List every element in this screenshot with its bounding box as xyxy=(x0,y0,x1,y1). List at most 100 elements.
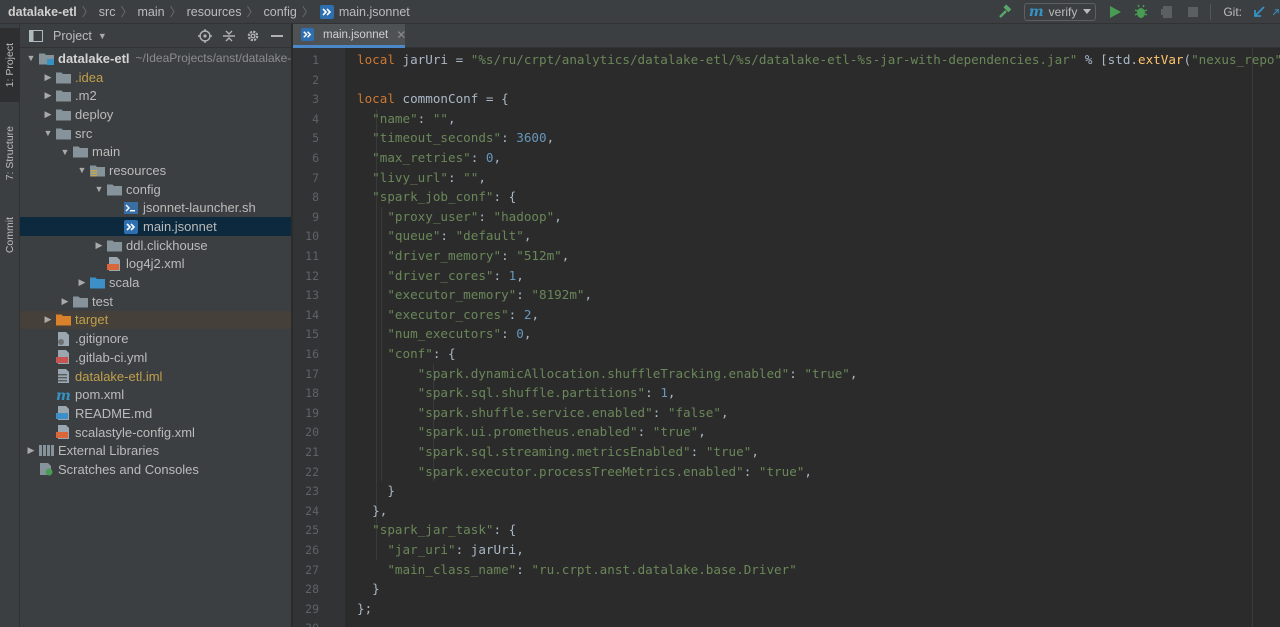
code-line[interactable]: "jar_uri": jarUri, xyxy=(357,540,524,560)
code-line[interactable]: } xyxy=(357,481,395,501)
expanded-arrow-icon[interactable]: ▼ xyxy=(24,53,38,63)
breadcrumb-item-resources[interactable]: resources xyxy=(187,5,242,19)
breadcrumb-item-main[interactable]: main xyxy=(137,5,164,19)
tree-item[interactable]: ▶ .m2 xyxy=(20,86,291,105)
code-line[interactable]: }, xyxy=(357,501,387,521)
code-editor[interactable]: local jarUri = "%s/ru/crpt/analytics/dat… xyxy=(345,48,1280,627)
tree-item[interactable]: Scratches and Consoles xyxy=(20,460,291,479)
code-line[interactable]: "spark.shuffle.service.enabled": "false"… xyxy=(357,403,729,423)
tree-item-label: main xyxy=(92,144,121,160)
code-token: , xyxy=(493,150,502,165)
code-line[interactable]: }; xyxy=(357,599,372,619)
build-hammer-icon[interactable] xyxy=(996,3,1014,21)
code-line[interactable]: } xyxy=(357,579,380,599)
collapsed-arrow-icon[interactable]: ▶ xyxy=(92,240,106,251)
code-token: "8192m" xyxy=(531,287,585,303)
code-line[interactable]: local jarUri = "%s/ru/crpt/analytics/dat… xyxy=(357,50,1280,70)
tree-item[interactable]: ▼ config xyxy=(20,180,291,199)
tool-tab-project[interactable]: 1: Project xyxy=(0,28,20,102)
collapsed-arrow-icon[interactable]: ▶ xyxy=(75,277,89,288)
tree-item[interactable]: ▼ main xyxy=(20,142,291,161)
code-token: "nexus_repo" xyxy=(1191,52,1280,67)
folder-icon xyxy=(106,237,122,253)
collapse-all-icon[interactable] xyxy=(221,27,237,45)
close-icon[interactable]: ✕ xyxy=(396,28,406,42)
expanded-arrow-icon[interactable]: ▼ xyxy=(58,147,72,157)
code-line[interactable]: "driver_memory": "512m", xyxy=(357,246,569,266)
tree-item[interactable]: jsonnet-launcher.sh xyxy=(20,199,291,218)
code-line[interactable]: "executor_cores": 2, xyxy=(357,305,539,325)
tree-item[interactable]: ▼ src xyxy=(20,124,291,143)
git-update-icon[interactable] xyxy=(1250,3,1268,21)
tree-item[interactable]: m pom.xml xyxy=(20,385,291,404)
code-line[interactable]: "driver_cores": 1, xyxy=(357,266,524,286)
collapsed-arrow-icon[interactable]: ▶ xyxy=(41,72,55,83)
tree-item[interactable]: log4j2.xml xyxy=(20,255,291,274)
tree-item[interactable]: ▶ ddl.clickhouse xyxy=(20,236,291,255)
tree-item[interactable]: README.md xyxy=(20,404,291,423)
run-with-coverage-icon[interactable] xyxy=(1158,3,1176,21)
code-line[interactable]: "max_retries": 0, xyxy=(357,148,501,168)
tree-item[interactable]: ▶ target xyxy=(20,310,291,330)
tree-item[interactable]: ▶ deploy xyxy=(20,105,291,124)
code-token: ( xyxy=(1183,52,1192,67)
run-configuration-dropdown[interactable]: m verify xyxy=(1023,3,1097,21)
hide-panel-icon[interactable] xyxy=(269,27,285,45)
code-line[interactable]: "main_class_name": "ru.crpt.anst.datalak… xyxy=(357,560,796,580)
collapsed-arrow-icon[interactable]: ▶ xyxy=(41,109,55,120)
code-line[interactable]: "spark.executor.processTreeMetrics.enabl… xyxy=(357,462,812,482)
code-line[interactable]: "executor_memory": "8192m", xyxy=(357,285,592,305)
code-line[interactable]: "spark.dynamicAllocation.shuffleTracking… xyxy=(357,364,858,384)
code-line[interactable]: local commonConf = { xyxy=(357,89,509,109)
code-line[interactable]: "num_executors": 0, xyxy=(357,324,531,344)
code-line[interactable]: "name": "", xyxy=(357,109,455,129)
collapsed-arrow-icon[interactable]: ▶ xyxy=(24,445,38,456)
code-line[interactable]: "spark.sql.shuffle.partitions": 1, xyxy=(357,383,676,403)
tree-item[interactable]: ▶ scala xyxy=(20,273,291,292)
tool-tab-commit[interactable]: Commit xyxy=(0,204,20,266)
tree-item[interactable]: ▼ datalake-etl ~/IdeaProjects/anst/datalak… xyxy=(20,49,291,68)
collapsed-arrow-icon[interactable]: ▶ xyxy=(41,90,55,101)
tree-item-label: main.jsonnet xyxy=(143,219,217,235)
tree-item-label: jsonnet-launcher.sh xyxy=(143,200,256,216)
code-line[interactable]: "queue": "default", xyxy=(357,226,531,246)
locate-file-icon[interactable] xyxy=(197,27,213,45)
tree-item[interactable]: scalastyle-config.xml xyxy=(20,423,291,442)
breadcrumb-item-project[interactable]: datalake-etl xyxy=(8,5,77,19)
tree-item[interactable]: ▶ test xyxy=(20,292,291,311)
code-line[interactable]: "livy_url": "", xyxy=(357,168,486,188)
code-line[interactable]: "conf": { xyxy=(357,344,455,364)
gear-icon[interactable] xyxy=(245,27,261,45)
debug-icon[interactable] xyxy=(1132,3,1150,21)
expanded-arrow-icon[interactable]: ▼ xyxy=(75,165,89,175)
code-line[interactable]: "spark_jar_task": { xyxy=(357,520,516,540)
expanded-arrow-icon[interactable]: ▼ xyxy=(92,184,106,194)
code-line[interactable]: "proxy_user": "hadoop", xyxy=(357,207,561,227)
tree-item[interactable]: ▶ .idea xyxy=(20,68,291,87)
collapsed-arrow-icon[interactable]: ▶ xyxy=(58,296,72,307)
project-view-selector[interactable]: Project xyxy=(53,29,92,43)
code-line[interactable]: "spark_job_conf": { xyxy=(357,187,516,207)
git-commit-icon[interactable] xyxy=(1272,3,1280,21)
stop-icon[interactable] xyxy=(1184,3,1202,21)
run-icon[interactable] xyxy=(1106,3,1124,21)
chevron-down-icon[interactable]: ▼ xyxy=(98,31,107,41)
code-line[interactable]: "spark.ui.prometheus.enabled": "true", xyxy=(357,422,706,442)
tree-item[interactable]: main.jsonnet xyxy=(20,217,291,236)
breadcrumb-item-src[interactable]: src xyxy=(99,5,116,19)
code-line[interactable]: "timeout_seconds": 3600, xyxy=(357,128,554,148)
collapsed-arrow-icon[interactable]: ▶ xyxy=(41,314,55,325)
breadcrumb-item-file[interactable]: main.jsonnet xyxy=(319,4,410,20)
tree-item[interactable]: .gitlab-ci.yml xyxy=(20,348,291,367)
tool-tab-structure[interactable]: 7: Structure xyxy=(0,112,20,194)
tree-item[interactable]: ▶ External Libraries xyxy=(20,441,291,460)
tree-item[interactable]: .gitignore xyxy=(20,329,291,348)
breadcrumb-item-config[interactable]: config xyxy=(264,5,297,19)
code-line[interactable]: "spark.sql.streaming.metricsEnabled": "t… xyxy=(357,442,759,462)
expanded-arrow-icon[interactable]: ▼ xyxy=(41,128,55,138)
tree-item[interactable]: datalake-etl.iml xyxy=(20,367,291,386)
tree-item-label: pom.xml xyxy=(75,387,125,403)
editor-tab-main-jsonnet[interactable]: main.jsonnet ✕ xyxy=(293,24,406,48)
tree-item[interactable]: ▼ resources xyxy=(20,161,291,180)
